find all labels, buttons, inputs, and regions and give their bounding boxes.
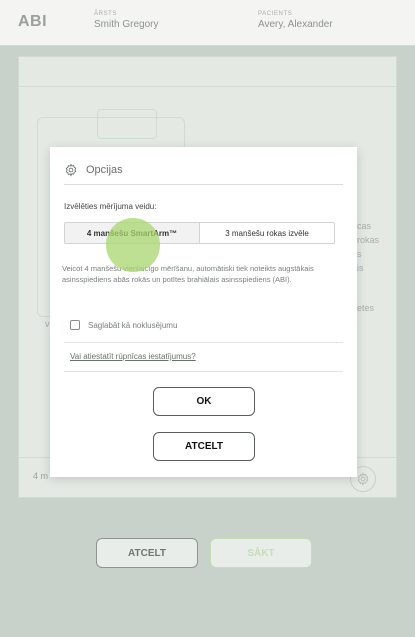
panel-bottom-text: 4 m [33,471,49,481]
option-4-cuff-smartarm[interactable]: 4 manšešu SmartArm™ [65,223,200,243]
body-diagram-head [97,109,157,139]
cancel-button[interactable]: ATCELT [153,432,255,461]
background-cancel-button[interactable]: ATCELT [96,538,198,568]
doctor-field: ĀRSTS Smith Gregory [94,11,158,30]
dialog-header: Opcijas [64,155,343,185]
app-header: ABI ĀRSTS Smith Gregory PACIENTS Avery, … [0,0,415,46]
dialog-title: Opcijas [86,163,123,176]
save-default-row[interactable]: Saglabāt kā noklusējumu [70,320,177,330]
measurement-type-selector: 4 manšešu SmartArm™ 3 manšešu rokas izvē… [64,222,335,244]
left-text: v [45,319,50,329]
divider [64,342,343,343]
save-default-checkbox[interactable] [70,320,80,330]
app-title: ABI [18,13,48,30]
divider [64,371,343,372]
side-text: rokas [357,235,380,245]
ok-button[interactable]: OK [153,387,255,416]
option-3-cuff-arm-select[interactable]: 3 manšešu rokas izvēle [200,223,334,243]
doctor-label: ĀRSTS [94,11,118,17]
gear-icon [65,163,77,176]
save-default-label: Saglabāt kā noklusējumu [88,320,178,330]
background-start-button[interactable]: SĀKT [210,538,312,568]
measurement-description: Veicot 4 manšešu vienlaicīgo mērīšanu, a… [62,264,314,284]
side-text: cas [357,221,372,231]
gear-icon [357,472,369,486]
side-text: s [357,249,362,259]
options-dialog: Opcijas Izvēlēties mērījuma veidu: 4 man… [50,147,357,477]
panel-top-bar [19,57,396,87]
patient-name: Avery, Alexander [258,19,333,30]
measurement-type-label: Izvēlēties mērījuma veidu: [64,202,157,211]
factory-reset-link[interactable]: Vai atiestatīt rūpnīcas iestatījumus? [70,352,196,361]
side-text: etes [357,303,375,313]
side-text: is [357,263,364,273]
patient-field: PACIENTS Avery, Alexander [258,11,333,30]
patient-label: PACIENTS [258,11,293,17]
doctor-name: Smith Gregory [94,19,159,30]
